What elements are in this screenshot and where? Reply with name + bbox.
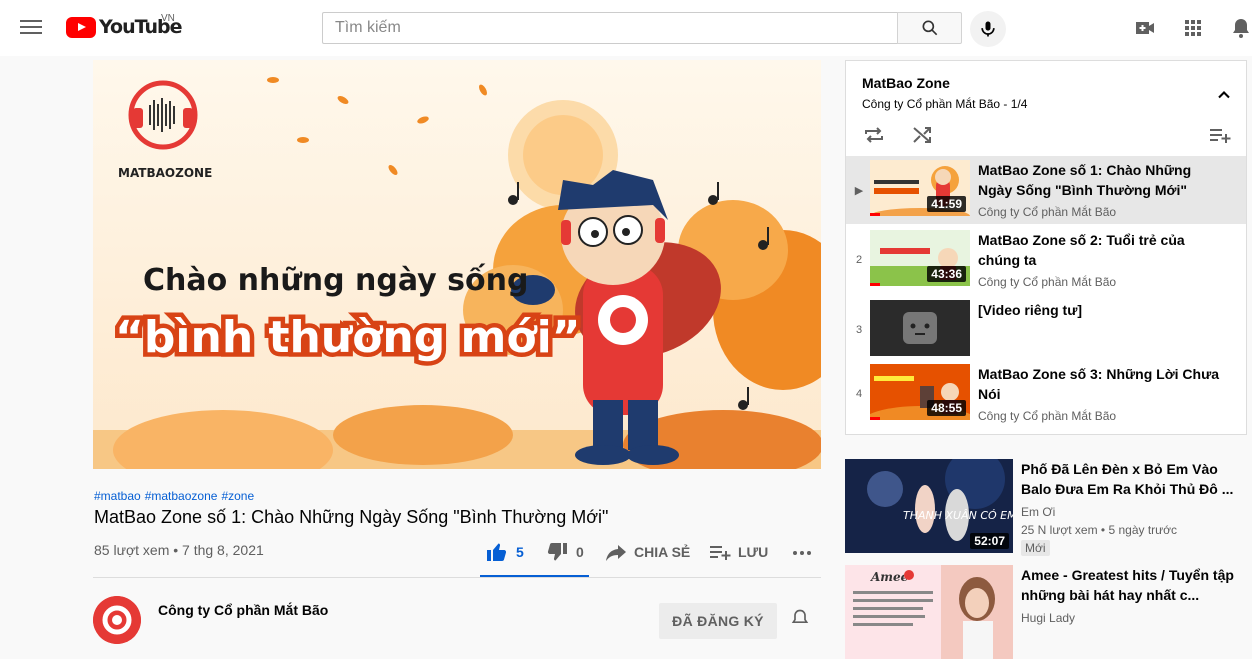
new-badge: Mới	[1021, 540, 1050, 556]
youtube-play-icon	[66, 16, 96, 38]
top-bar: YouTube VN	[0, 0, 1252, 56]
recommended-video-meta: 25 N lượt xem • 5 ngày trước	[1021, 523, 1178, 537]
channel-avatar[interactable]	[93, 596, 141, 644]
playlist-item-channel: Công ty Cổ phần Mắt Bão	[978, 205, 1117, 219]
thumbnail-text-line-1: Chào những ngày sống	[143, 263, 528, 298]
playlist-item-thumbnail: 43:36	[870, 230, 970, 286]
share-icon	[606, 545, 626, 561]
like-count: 5	[516, 544, 524, 560]
share-label: CHIA SẺ	[634, 544, 691, 560]
thumbnail-text-line-2: “bình thường mới”	[115, 312, 581, 363]
create-video-icon[interactable]	[1133, 16, 1157, 40]
recommendation-thumbnail-text: Amee	[870, 570, 909, 584]
voice-search-button[interactable]	[970, 11, 1006, 47]
playlist-item-channel: Công ty Cổ phần Mắt Bão	[978, 275, 1117, 289]
playlist-add-icon[interactable]	[1208, 123, 1232, 147]
notification-bell-icon[interactable]	[790, 608, 810, 628]
playlist-item[interactable]: ▶ 41:59 MatBao Zone số 1: Chào Những Ngà…	[846, 156, 1246, 224]
playlist-item-title: MatBao Zone số 1: Chào Những Ngày Sống "…	[978, 162, 1192, 198]
channel-name[interactable]: Công ty Cổ phần Mắt Bão	[158, 602, 328, 618]
playlist-item-channel: Công ty Cổ phần Mắt Bão	[978, 409, 1117, 423]
duration-badge: 48:55	[927, 400, 966, 416]
playlist-item-title: [Video riêng tư]	[978, 302, 1082, 318]
search-input[interactable]	[322, 12, 898, 44]
playlist-subtitle: Công ty Cổ phần Mắt Bão - 1/4	[862, 97, 1028, 111]
video-title: MatBao Zone số 1: Chào Những Ngày Sống "…	[94, 507, 609, 527]
loop-icon[interactable]	[862, 123, 886, 147]
duration-badge: 43:36	[927, 266, 966, 282]
divider	[93, 577, 821, 578]
chevron-up-icon[interactable]	[1214, 85, 1234, 105]
playlist-panel: MatBao Zone Công ty Cổ phần Mắt Bão - 1/…	[845, 60, 1247, 435]
playlist-item[interactable]: 4 48:55 MatBao Zone số 3: Những Lời Chưa…	[846, 360, 1246, 428]
watch-progress-bar	[870, 213, 880, 216]
recommended-video-title: Phố Đã Lên Đèn x Bỏ Em Vào Balo Đưa Em R…	[1021, 461, 1234, 497]
recommended-video-thumbnail: THANH XUÂN CÓ EM 52:07	[845, 459, 1013, 553]
save-label: LƯU	[738, 544, 769, 560]
menu-icon[interactable]	[20, 18, 42, 38]
more-actions-button[interactable]	[790, 540, 820, 564]
like-button[interactable]: 5	[484, 540, 524, 564]
playlist-item[interactable]: 3 [Video riêng tư]	[846, 296, 1246, 364]
private-video-thumbnail	[870, 300, 970, 356]
country-code: VN	[161, 13, 175, 24]
hashtag-link[interactable]: #zone	[221, 489, 254, 503]
video-thumbnail: MATBAOZONE Chào những ngày sống “bình th…	[93, 60, 821, 469]
watch-progress-bar	[870, 283, 880, 286]
search-button[interactable]	[897, 12, 962, 44]
recommended-video-channel: Hugi Lady	[1021, 611, 1076, 625]
playlist-item-thumbnail: 48:55	[870, 364, 970, 420]
playlist-item-index: 3	[855, 324, 863, 336]
recommended-video-channel: Em Ơi	[1021, 505, 1056, 519]
recommended-video-thumbnail: Amee	[845, 565, 1013, 659]
microphone-icon	[981, 21, 995, 37]
save-to-playlist-button[interactable]: LƯU	[708, 540, 768, 564]
dislike-count: 0	[576, 544, 584, 560]
subscribed-button[interactable]: ĐÃ ĐĂNG KÝ	[659, 603, 777, 639]
hashtag-link[interactable]: #matbaozone	[145, 489, 218, 503]
thumbs-up-icon	[487, 543, 507, 561]
playlist-item-thumbnail: 41:59	[870, 160, 970, 216]
duration-badge: 52:07	[970, 533, 1009, 549]
hashtags: #matbao #matbaozone #zone	[94, 489, 258, 503]
playlist-item-index: 2	[855, 254, 863, 266]
video-player[interactable]: MATBAOZONE Chào những ngày sống “bình th…	[93, 60, 821, 469]
recommended-video[interactable]: Amee Amee - Greatest hits / Tuyển tập nh…	[845, 565, 1247, 659]
dislike-button[interactable]: 0	[544, 540, 584, 564]
view-count-date: 85 lượt xem • 7 thg 8, 2021	[94, 542, 264, 558]
playlist-item-index: 4	[855, 388, 863, 400]
playlist-item-title: MatBao Zone số 3: Những Lời Chưa Nói	[978, 366, 1220, 402]
search-icon	[922, 20, 938, 36]
watch-progress-bar	[870, 417, 880, 420]
playlist-add-icon	[710, 546, 731, 560]
recommended-video[interactable]: THANH XUÂN CÓ EM 52:07 Phố Đã Lên Đèn x …	[845, 459, 1247, 556]
now-playing-indicator: ▶	[854, 185, 864, 197]
brand-logo-text: MATBAOZONE	[118, 166, 212, 180]
share-button[interactable]: CHIA SẺ	[604, 540, 690, 564]
more-horizontal-icon	[793, 551, 811, 555]
recommendation-thumbnail-text: THANH XUÂN CÓ EM	[903, 509, 1013, 522]
shuffle-icon[interactable]	[910, 123, 934, 147]
recommended-video-title: Amee - Greatest hits / Tuyển tập những b…	[1021, 567, 1234, 603]
playlist-title[interactable]: MatBao Zone	[862, 75, 950, 91]
playlist-item-title: MatBao Zone số 2: Tuổi trẻ của chúng ta	[978, 232, 1185, 268]
apps-grid-icon[interactable]	[1181, 16, 1205, 40]
notifications-bell-icon[interactable]	[1229, 16, 1252, 40]
duration-badge: 41:59	[927, 196, 966, 212]
thumbs-down-icon	[547, 543, 567, 561]
hashtag-link[interactable]: #matbao	[94, 489, 141, 503]
playlist-item[interactable]: 2 43:36 MatBao Zone số 2: Tuổi trẻ của c…	[846, 226, 1246, 294]
